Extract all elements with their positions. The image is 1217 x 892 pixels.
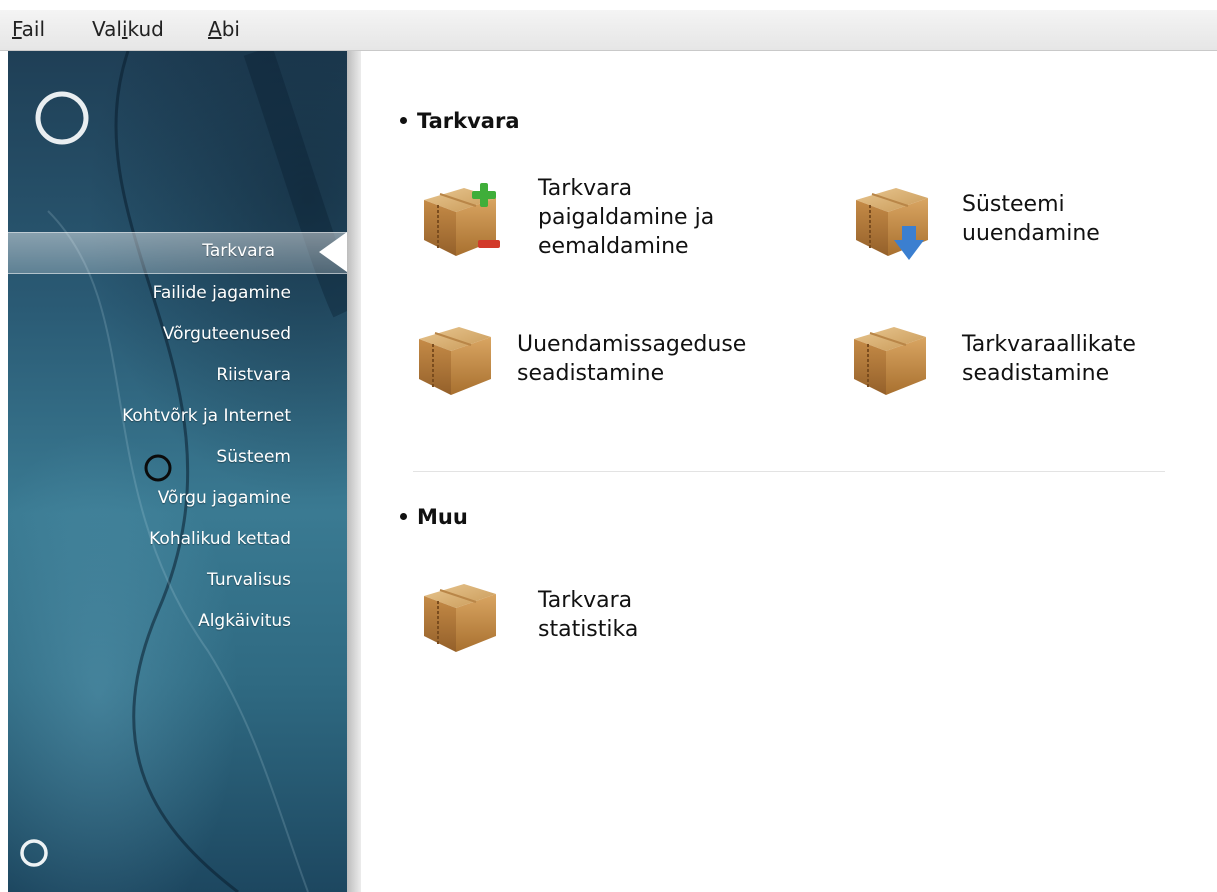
package-add-remove-icon (418, 183, 500, 260)
package-icon (413, 317, 495, 399)
tool-label: Tarkvara statistika (538, 588, 639, 642)
sidebar-item-vorguteenused[interactable]: Võrguteenused (163, 324, 291, 344)
sidebar-item-kohtvork-ja-internet[interactable]: Kohtvõrk ja Internet (122, 406, 291, 426)
panel-divider (347, 51, 361, 892)
tool-media-sources[interactable]: Tarkvaraallikate seadistamine (848, 317, 1188, 407)
section-title-muu: Muu (400, 505, 468, 529)
menu-help[interactable]: Abi (208, 17, 240, 41)
tool-update-frequency[interactable]: Uuendamissageduse seadistamine (413, 317, 803, 407)
active-category-arrow (319, 232, 347, 272)
tool-system-update[interactable]: Süsteemi uuendamine (850, 178, 1180, 268)
menubar: Fail Valikud Abi (0, 10, 1217, 51)
tool-software-statistics[interactable]: Tarkvara statistika (418, 574, 718, 664)
sidebar-item-algkaivitus[interactable]: Algkäivitus (198, 611, 291, 631)
active-category-highlight (8, 232, 347, 274)
sidebar-item-vorgu-jagamine[interactable]: Võrgu jagamine (158, 488, 291, 508)
tool-label: Uuendamissageduse seadistamine (517, 332, 747, 386)
sidebar-decoration (20, 51, 347, 892)
category-sidebar: Tarkvara Failide jagamine Võrguteenused … (8, 51, 347, 892)
package-icon (848, 317, 930, 399)
section-title-tarkvara: Tarkvara (400, 109, 520, 133)
sidebar-item-turvalisus[interactable]: Turvalisus (207, 570, 291, 590)
package-update-icon (850, 178, 932, 260)
bullet-icon (400, 116, 407, 124)
menu-options[interactable]: Valikud (92, 17, 164, 41)
bullet-icon (400, 512, 407, 520)
tool-label: Süsteemi uuendamine (962, 192, 1100, 246)
menu-file[interactable]: Fail (12, 17, 45, 41)
sidebar-item-kohalikud-kettad[interactable]: Kohalikud kettad (149, 529, 291, 549)
app-window: Fail Valikud Abi Tarkvara Failide jagami… (0, 0, 1217, 892)
sidebar-item-tarkvara[interactable]: Tarkvara (202, 241, 275, 261)
sidebar-item-failide-jagamine[interactable]: Failide jagamine (153, 283, 291, 303)
cursor-ring-icon (144, 454, 172, 482)
logo-ring-large-icon (35, 91, 89, 145)
tool-label: Tarkvara paigaldamine ja eemaldamine (538, 176, 715, 259)
logo-ring-small-icon (20, 839, 48, 867)
top-strip (0, 0, 1217, 10)
sidebar-item-susteem[interactable]: Süsteem (216, 447, 291, 467)
package-icon (418, 574, 500, 656)
sidebar-item-riistvara[interactable]: Riistvara (216, 365, 291, 385)
tool-install-remove-software[interactable]: Tarkvara paigaldamine ja eemaldamine (418, 176, 758, 268)
section-separator (413, 471, 1165, 472)
tool-label: Tarkvaraallikate seadistamine (962, 332, 1136, 386)
